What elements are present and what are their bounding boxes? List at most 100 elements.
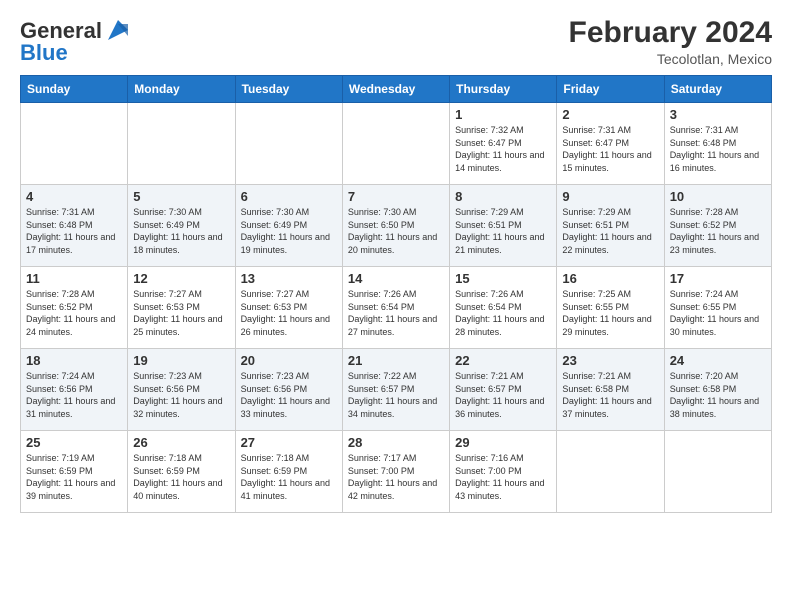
- day-info: Sunrise: 7:30 AM Sunset: 6:49 PM Dayligh…: [133, 206, 229, 256]
- day-number: 17: [670, 271, 766, 286]
- day-info: Sunrise: 7:24 AM Sunset: 6:56 PM Dayligh…: [26, 370, 122, 420]
- calendar-cell: 22Sunrise: 7:21 AM Sunset: 6:57 PM Dayli…: [450, 349, 557, 431]
- day-info: Sunrise: 7:22 AM Sunset: 6:57 PM Dayligh…: [348, 370, 444, 420]
- day-number: 25: [26, 435, 122, 450]
- month-title: February 2024: [569, 16, 772, 49]
- calendar-cell: 19 Sunrise: 7:23 AM Sunset: 6:56 PM Dayli…: [128, 349, 235, 431]
- calendar-cell: 4Sunrise: 7:31 AM Sunset: 6:48 PM Daylig…: [21, 185, 128, 267]
- header-wednesday: Wednesday: [342, 76, 449, 103]
- calendar-cell: 24 Sunrise: 7:20 AM Sunset: 6:58 PM Dayli…: [664, 349, 771, 431]
- day-info: Sunrise: 7:18 AM Sunset: 6:59 PM Dayligh…: [133, 452, 229, 502]
- day-number: 8: [455, 189, 551, 204]
- day-number: 6: [241, 189, 337, 204]
- day-info: Sunrise: 7:30 AM Sunset: 6:49 PM Dayligh…: [241, 206, 337, 256]
- day-info: Sunrise: 7:28 AM Sunset: 6:52 PM Dayligh…: [670, 206, 766, 256]
- day-number: 12: [133, 271, 229, 286]
- calendar-cell: 9 Sunrise: 7:29 AM Sunset: 6:51 PM Daylig…: [557, 185, 664, 267]
- day-number: 1: [455, 107, 551, 122]
- day-number: 24: [670, 353, 766, 368]
- day-number: 11: [26, 271, 122, 286]
- calendar-week-4: 18 Sunrise: 7:24 AM Sunset: 6:56 PM Dayli…: [21, 349, 772, 431]
- day-number: 14: [348, 271, 444, 286]
- day-info: Sunrise: 7:29 AM Sunset: 6:51 PM Dayligh…: [562, 206, 658, 256]
- day-info: Sunrise: 7:26 AM Sunset: 6:54 PM Dayligh…: [455, 288, 551, 338]
- header-saturday: Saturday: [664, 76, 771, 103]
- header-tuesday: Tuesday: [235, 76, 342, 103]
- calendar-cell: 16 Sunrise: 7:25 AM Sunset: 6:55 PM Dayli…: [557, 267, 664, 349]
- day-info: Sunrise: 7:16 AM Sunset: 7:00 PM Dayligh…: [455, 452, 551, 502]
- day-number: 2: [562, 107, 658, 122]
- header-thursday: Thursday: [450, 76, 557, 103]
- day-number: 29: [455, 435, 551, 450]
- logo-general: General: [20, 20, 102, 42]
- calendar-cell: 10 Sunrise: 7:28 AM Sunset: 6:52 PM Dayli…: [664, 185, 771, 267]
- day-number: 21: [348, 353, 444, 368]
- calendar-cell: 28Sunrise: 7:17 AM Sunset: 7:00 PM Dayli…: [342, 431, 449, 513]
- calendar-cell: 18 Sunrise: 7:24 AM Sunset: 6:56 PM Dayli…: [21, 349, 128, 431]
- day-number: 23: [562, 353, 658, 368]
- day-number: 16: [562, 271, 658, 286]
- day-number: 4: [26, 189, 122, 204]
- header-friday: Friday: [557, 76, 664, 103]
- day-info: Sunrise: 7:27 AM Sunset: 6:53 PM Dayligh…: [133, 288, 229, 338]
- day-info: Sunrise: 7:23 AM Sunset: 6:56 PM Dayligh…: [133, 370, 229, 420]
- calendar-cell: 27 Sunrise: 7:18 AM Sunset: 6:59 PM Dayli…: [235, 431, 342, 513]
- calendar-cell: 17 Sunrise: 7:24 AM Sunset: 6:55 PM Dayli…: [664, 267, 771, 349]
- header-monday: Monday: [128, 76, 235, 103]
- calendar-week-5: 25Sunrise: 7:19 AM Sunset: 6:59 PM Dayli…: [21, 431, 772, 513]
- calendar-cell: 29 Sunrise: 7:16 AM Sunset: 7:00 PM Dayli…: [450, 431, 557, 513]
- day-info: Sunrise: 7:31 AM Sunset: 6:47 PM Dayligh…: [562, 124, 658, 174]
- day-number: 19: [133, 353, 229, 368]
- calendar-cell: 6 Sunrise: 7:30 AM Sunset: 6:49 PM Daylig…: [235, 185, 342, 267]
- day-info: Sunrise: 7:32 AM Sunset: 6:47 PM Dayligh…: [455, 124, 551, 174]
- day-number: 22: [455, 353, 551, 368]
- day-info: Sunrise: 7:23 AM Sunset: 6:56 PM Dayligh…: [241, 370, 337, 420]
- calendar-cell: [235, 103, 342, 185]
- calendar-cell: 23 Sunrise: 7:21 AM Sunset: 6:58 PM Dayli…: [557, 349, 664, 431]
- calendar-cell: 13 Sunrise: 7:27 AM Sunset: 6:53 PM Dayli…: [235, 267, 342, 349]
- calendar-cell: [664, 431, 771, 513]
- calendar-cell: 2 Sunrise: 7:31 AM Sunset: 6:47 PM Daylig…: [557, 103, 664, 185]
- calendar-cell: [342, 103, 449, 185]
- calendar-header-row: Sunday Monday Tuesday Wednesday Thursday…: [21, 76, 772, 103]
- day-info: Sunrise: 7:21 AM Sunset: 6:58 PM Dayligh…: [562, 370, 658, 420]
- calendar-cell: [557, 431, 664, 513]
- calendar-cell: 8 Sunrise: 7:29 AM Sunset: 6:51 PM Daylig…: [450, 185, 557, 267]
- day-info: Sunrise: 7:17 AM Sunset: 7:00 PM Dayligh…: [348, 452, 444, 502]
- day-info: Sunrise: 7:29 AM Sunset: 6:51 PM Dayligh…: [455, 206, 551, 256]
- day-info: Sunrise: 7:31 AM Sunset: 6:48 PM Dayligh…: [670, 124, 766, 174]
- day-number: 13: [241, 271, 337, 286]
- calendar-cell: [21, 103, 128, 185]
- header-sunday: Sunday: [21, 76, 128, 103]
- page: General Blue February 2024 Tecolotlan, M…: [0, 0, 792, 612]
- location: Tecolotlan, Mexico: [569, 51, 772, 67]
- calendar-cell: 25Sunrise: 7:19 AM Sunset: 6:59 PM Dayli…: [21, 431, 128, 513]
- title-area: February 2024 Tecolotlan, Mexico: [569, 16, 772, 67]
- day-number: 18: [26, 353, 122, 368]
- calendar-cell: 15 Sunrise: 7:26 AM Sunset: 6:54 PM Dayli…: [450, 267, 557, 349]
- calendar-week-1: 1 Sunrise: 7:32 AM Sunset: 6:47 PM Daylig…: [21, 103, 772, 185]
- day-info: Sunrise: 7:18 AM Sunset: 6:59 PM Dayligh…: [241, 452, 337, 502]
- day-number: 5: [133, 189, 229, 204]
- calendar-cell: 20Sunrise: 7:23 AM Sunset: 6:56 PM Dayli…: [235, 349, 342, 431]
- day-number: 7: [348, 189, 444, 204]
- day-number: 27: [241, 435, 337, 450]
- day-number: 26: [133, 435, 229, 450]
- day-info: Sunrise: 7:20 AM Sunset: 6:58 PM Dayligh…: [670, 370, 766, 420]
- calendar-cell: 5 Sunrise: 7:30 AM Sunset: 6:49 PM Daylig…: [128, 185, 235, 267]
- calendar-cell: 7Sunrise: 7:30 AM Sunset: 6:50 PM Daylig…: [342, 185, 449, 267]
- day-info: Sunrise: 7:25 AM Sunset: 6:55 PM Dayligh…: [562, 288, 658, 338]
- calendar: Sunday Monday Tuesday Wednesday Thursday…: [20, 75, 772, 513]
- logo: General Blue: [20, 16, 132, 64]
- day-number: 15: [455, 271, 551, 286]
- day-info: Sunrise: 7:27 AM Sunset: 6:53 PM Dayligh…: [241, 288, 337, 338]
- day-info: Sunrise: 7:24 AM Sunset: 6:55 PM Dayligh…: [670, 288, 766, 338]
- calendar-week-3: 11Sunrise: 7:28 AM Sunset: 6:52 PM Dayli…: [21, 267, 772, 349]
- day-info: Sunrise: 7:26 AM Sunset: 6:54 PM Dayligh…: [348, 288, 444, 338]
- calendar-cell: 12 Sunrise: 7:27 AM Sunset: 6:53 PM Dayli…: [128, 267, 235, 349]
- logo-icon: [104, 16, 132, 44]
- calendar-week-2: 4Sunrise: 7:31 AM Sunset: 6:48 PM Daylig…: [21, 185, 772, 267]
- calendar-cell: 11Sunrise: 7:28 AM Sunset: 6:52 PM Dayli…: [21, 267, 128, 349]
- day-number: 10: [670, 189, 766, 204]
- day-number: 9: [562, 189, 658, 204]
